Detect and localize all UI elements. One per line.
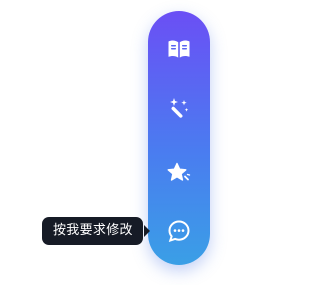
favorite-star-button[interactable] (164, 158, 194, 188)
floating-toolbar (148, 11, 210, 265)
book-icon (167, 38, 191, 60)
magic-wand-icon (168, 97, 190, 119)
tooltip-arrow (144, 225, 150, 237)
read-book-button[interactable] (164, 34, 194, 64)
stage: 按我要求修改 (0, 0, 227, 285)
chat-modify-button[interactable] (164, 216, 194, 246)
modify-tooltip: 按我要求修改 (42, 217, 143, 245)
magic-wand-button[interactable] (164, 93, 194, 123)
chat-bubble-icon (168, 220, 190, 242)
star-sparkle-icon (167, 162, 191, 184)
